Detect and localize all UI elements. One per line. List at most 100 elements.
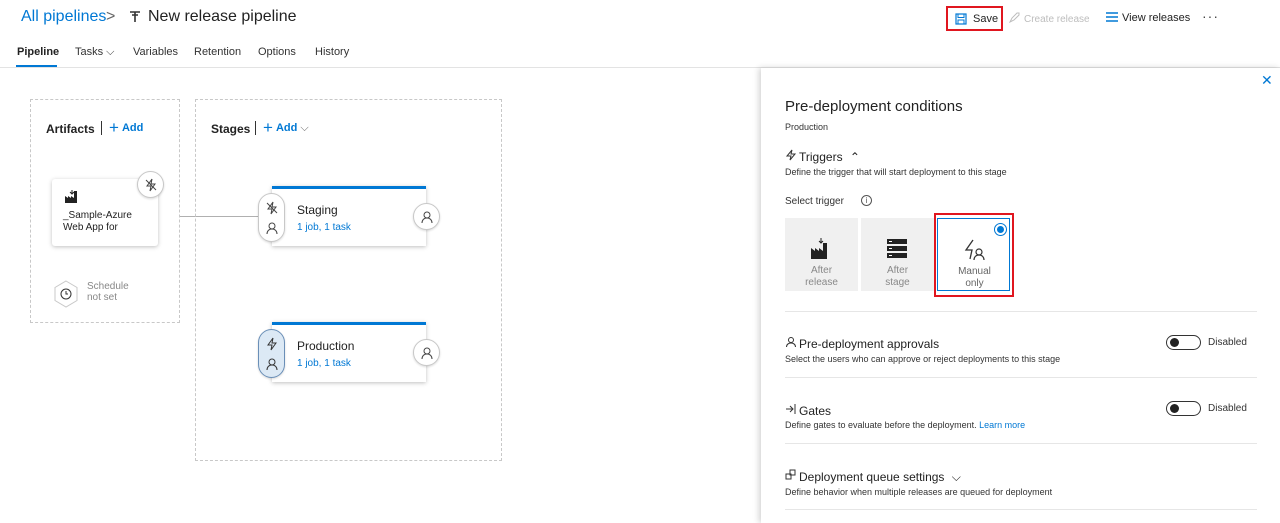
queue-settings-header[interactable]: Deployment queue settings ⌵ xyxy=(785,469,961,485)
trigger-option-line1: After xyxy=(886,265,909,276)
build-artifact-icon xyxy=(65,190,77,203)
lightning-icon xyxy=(266,201,278,215)
stages-section: Stages + Add ⌵ Staging 1 job, 1 task Prod… xyxy=(195,99,502,461)
approvals-header[interactable]: Pre-deployment approvals xyxy=(785,336,939,351)
breadcrumb-all-pipelines[interactable]: All pipelines xyxy=(21,8,106,26)
save-label: Save xyxy=(973,13,999,25)
divider xyxy=(785,509,1257,510)
gates-description-text: Define gates to evaluate before the depl… xyxy=(785,420,977,430)
queue-settings-description: Define behavior when multiple releases a… xyxy=(785,487,1053,497)
stage-job-summary[interactable]: 1 job, 1 task xyxy=(297,358,351,369)
trigger-option-after-release[interactable]: After release xyxy=(785,218,858,291)
tab-retention[interactable]: Retention xyxy=(194,46,241,58)
section-separator xyxy=(101,121,102,135)
person-icon xyxy=(266,358,278,371)
triggers-header[interactable]: Triggers ⌃ xyxy=(785,149,860,164)
artifact-name-line2: Web App for xyxy=(63,222,118,233)
create-release-button[interactable]: Create release xyxy=(1008,12,1090,25)
stage-job-summary[interactable]: 1 job, 1 task xyxy=(297,222,351,233)
add-stage-button[interactable]: + Add ⌵ xyxy=(263,116,309,137)
header-bar: All pipelines > New release pipeline Sav… xyxy=(0,0,1280,38)
tab-options[interactable]: Options xyxy=(258,46,296,58)
active-tab-indicator xyxy=(16,65,57,67)
chevron-down-icon: ⌵ xyxy=(300,122,309,134)
gates-header[interactable]: Gates xyxy=(785,403,831,418)
post-deployment-conditions-staging[interactable] xyxy=(413,203,440,230)
queue-icon xyxy=(785,469,799,484)
person-icon xyxy=(785,336,799,351)
person-icon xyxy=(421,211,433,224)
breadcrumb-separator: > xyxy=(106,8,116,25)
artifacts-section: Artifacts + Add _Sample-Azure Web App for xyxy=(30,99,180,323)
person-icon xyxy=(421,347,433,360)
tab-tasks[interactable]: Tasks ⌵ xyxy=(75,46,115,59)
release-pipeline-icon xyxy=(128,10,142,29)
panel-title: Pre-deployment conditions xyxy=(785,98,963,115)
tab-variables[interactable]: Variables xyxy=(133,46,178,58)
schedule-trigger-button[interactable] xyxy=(53,280,79,308)
plus-icon: + xyxy=(109,118,119,137)
panel-subtitle: Production xyxy=(785,122,829,132)
section-separator xyxy=(255,121,256,135)
pre-deployment-conditions-production[interactable] xyxy=(258,329,285,378)
stage-name: Staging xyxy=(297,203,338,217)
artifacts-title: Artifacts xyxy=(46,122,95,136)
view-releases-label: View releases xyxy=(1122,12,1191,24)
trigger-option-line1: After xyxy=(810,265,833,276)
gates-label: Gates xyxy=(799,404,832,418)
person-icon xyxy=(266,222,278,235)
add-artifact-label: Add xyxy=(121,122,144,134)
info-icon[interactable]: i xyxy=(861,195,872,206)
pre-deployment-conditions-staging[interactable] xyxy=(258,193,285,242)
stage-name: Production xyxy=(297,339,355,353)
view-releases-button[interactable]: View releases xyxy=(1106,12,1190,24)
trigger-option-line2: release xyxy=(805,277,838,288)
lightning-icon xyxy=(785,149,799,164)
plus-icon: + xyxy=(263,118,273,137)
post-deployment-conditions-production[interactable] xyxy=(413,339,440,366)
clock-icon xyxy=(54,280,78,308)
stages-title: Stages xyxy=(211,122,251,136)
add-stage-label: Add xyxy=(275,122,298,134)
triggers-description: Define the trigger that will start deplo… xyxy=(785,167,1007,177)
factory-icon xyxy=(811,238,827,259)
gates-state: Disabled xyxy=(1208,403,1247,414)
highlight-outline xyxy=(934,213,1014,297)
continuous-deployment-trigger-button[interactable] xyxy=(137,171,164,198)
create-release-label: Create release xyxy=(1024,14,1090,25)
more-actions-icon[interactable]: ··· xyxy=(1202,8,1219,24)
divider xyxy=(785,311,1257,312)
tab-history[interactable]: History xyxy=(315,46,349,58)
lightning-icon xyxy=(145,178,157,192)
trigger-option-after-stage[interactable]: After stage xyxy=(861,218,934,291)
schedule-label-line2: not set xyxy=(87,292,118,303)
gate-icon xyxy=(785,403,799,418)
stage-card-production[interactable]: Production 1 job, 1 task xyxy=(272,322,426,382)
rocket-icon xyxy=(1008,12,1020,24)
triggers-label: Triggers xyxy=(799,150,843,164)
chevron-down-icon: ⌵ xyxy=(951,470,961,484)
queue-settings-label: Deployment queue settings xyxy=(799,470,945,484)
schedule-label-line1: Schedule xyxy=(87,281,129,292)
approvals-label: Pre-deployment approvals xyxy=(799,337,940,351)
approvals-description: Select the users who can approve or reje… xyxy=(785,354,1061,364)
save-icon xyxy=(955,13,967,25)
artifact-name-line1: _Sample-Azure xyxy=(63,210,132,221)
select-trigger-label: Select trigger xyxy=(785,196,844,207)
approvals-toggle[interactable] xyxy=(1166,335,1201,350)
stage-card-staging[interactable]: Staging 1 job, 1 task xyxy=(272,186,426,246)
learn-more-link[interactable]: Learn more xyxy=(979,420,1025,430)
release-pipeline-editor: All pipelines > New release pipeline Sav… xyxy=(0,0,1280,523)
server-stack-icon xyxy=(887,239,907,258)
divider xyxy=(785,377,1257,378)
add-artifact-button[interactable]: + Add xyxy=(109,116,144,137)
save-button[interactable]: Save xyxy=(946,6,1003,31)
page-title: New release pipeline xyxy=(148,8,297,25)
gates-description: Define gates to evaluate before the depl… xyxy=(785,420,1025,430)
tab-pipeline[interactable]: Pipeline xyxy=(17,46,59,58)
close-icon[interactable]: ✕ xyxy=(1261,72,1273,89)
gates-toggle[interactable] xyxy=(1166,401,1201,416)
chevron-up-icon: ⌃ xyxy=(849,150,860,164)
approvals-state: Disabled xyxy=(1208,337,1247,348)
pre-deployment-conditions-panel: ✕ Pre-deployment conditions Production T… xyxy=(761,68,1280,523)
